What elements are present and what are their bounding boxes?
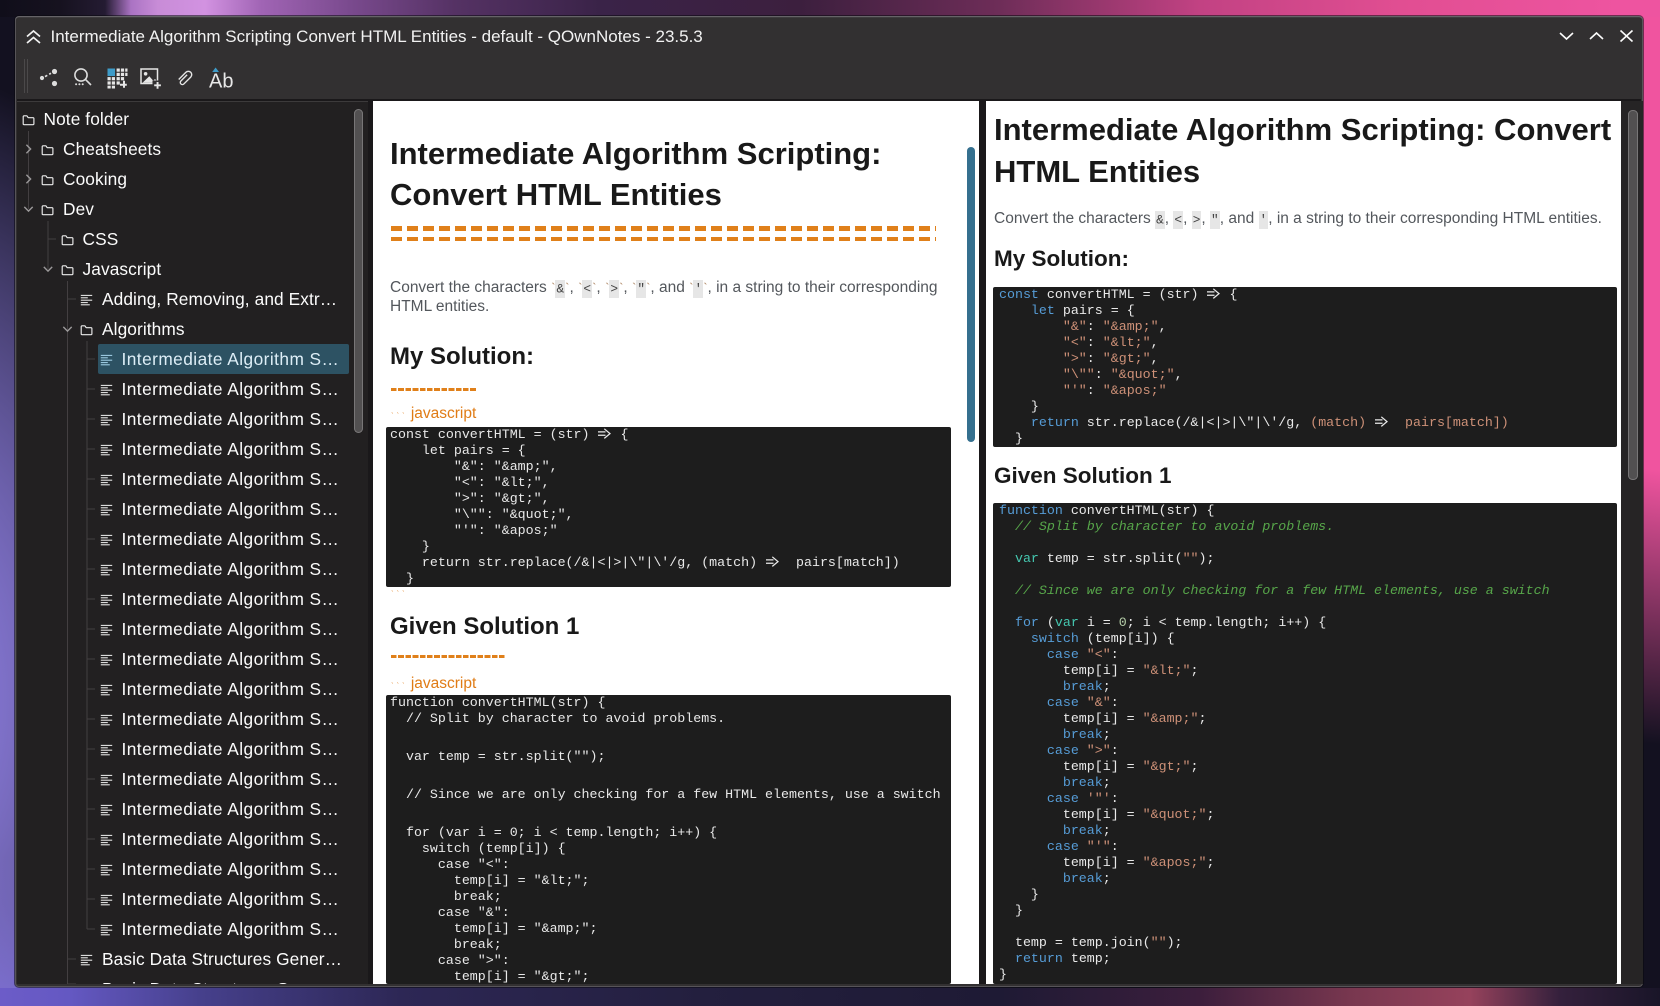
svg-text:Ab: Ab bbox=[209, 71, 233, 93]
